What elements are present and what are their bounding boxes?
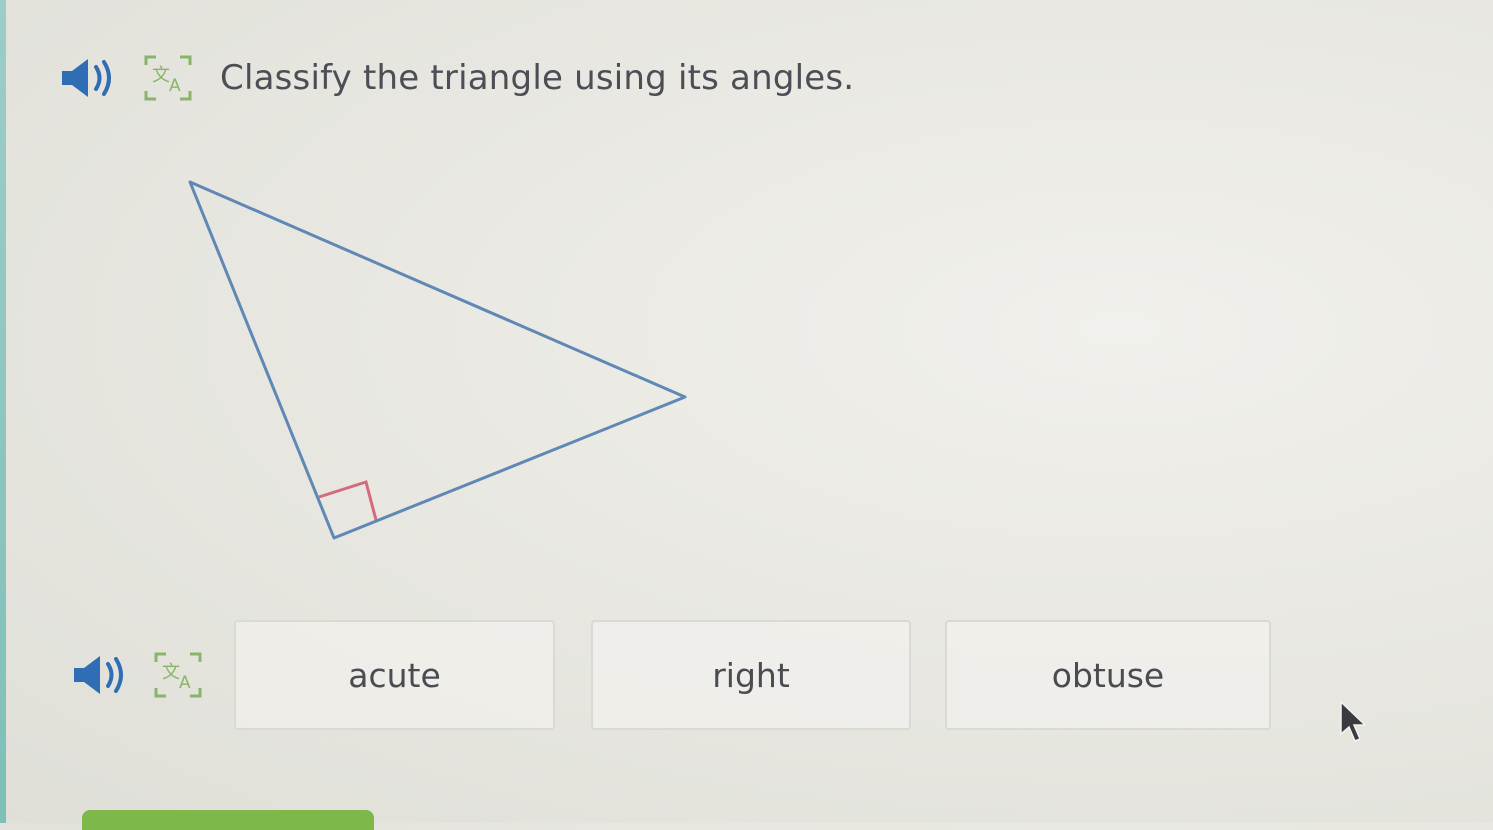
triangle-shape [188, 180, 687, 540]
answers-translate-button[interactable]: 文 A [148, 647, 208, 703]
choice-acute-button[interactable]: acute [234, 620, 555, 730]
question-row: 文 A Classify the triangle using its angl… [58, 48, 854, 108]
choice-label: obtuse [1051, 655, 1165, 695]
right-triangle-diagram [188, 180, 687, 540]
svg-text:文: 文 [162, 662, 180, 683]
left-edge-strip [0, 0, 6, 823]
translate-icon: 文 A [144, 55, 192, 101]
svg-text:A: A [169, 76, 181, 96]
choice-label: acute [348, 655, 441, 695]
mouse-cursor-icon [1340, 700, 1367, 742]
speaker-icon [74, 656, 123, 694]
svg-text:A: A [179, 673, 191, 693]
translate-icon: 文 A [154, 652, 202, 698]
right-angle-marker [318, 480, 378, 521]
choice-label: right [712, 655, 790, 695]
question-speaker-button[interactable] [58, 53, 120, 103]
choice-right-button[interactable]: right [591, 620, 911, 730]
choice-obtuse-button[interactable]: obtuse [945, 620, 1271, 730]
svg-text:文: 文 [152, 65, 170, 86]
answer-row: 文 A [70, 617, 208, 733]
question-translate-button[interactable]: 文 A [138, 50, 198, 106]
submit-button[interactable] [82, 810, 374, 830]
question-text: Classify the triangle using its angles. [220, 58, 855, 98]
speaker-icon [62, 59, 111, 97]
answers-speaker-button[interactable] [70, 650, 134, 700]
